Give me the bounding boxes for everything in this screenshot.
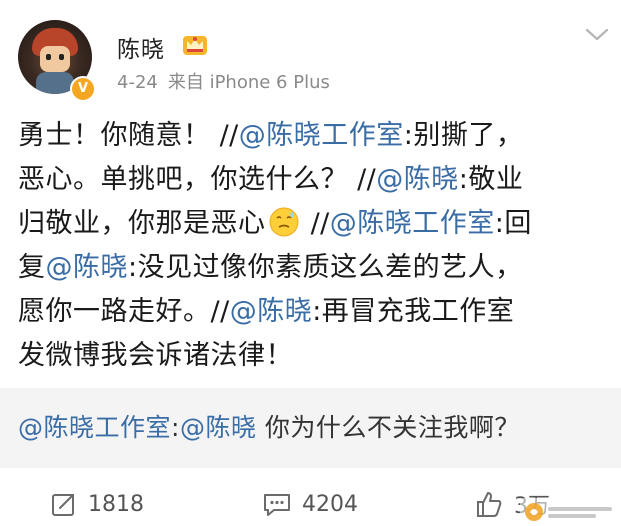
- mention-link[interactable]: @陈晓工作室: [330, 208, 495, 239]
- post-text: 发微博我会诉诸法律！: [18, 340, 293, 371]
- post-text: :没见过像你素质这么差的艺人，: [128, 252, 523, 283]
- mention-link[interactable]: @陈晓: [230, 296, 313, 327]
- comment-icon: [264, 494, 290, 516]
- mention-link[interactable]: @陈晓工作室: [18, 413, 171, 442]
- mention-link[interactable]: @陈晓: [46, 252, 129, 283]
- post-text: 勇士！你随意！ //: [18, 120, 239, 151]
- sweat-emoji-icon: [269, 207, 298, 237]
- user-name[interactable]: 陈晓: [117, 30, 165, 64]
- mention-link[interactable]: @陈晓: [376, 164, 459, 195]
- avatar-face: [40, 46, 70, 72]
- post-text: //: [301, 208, 330, 239]
- post-text: 归敬业，你那是恶心: [18, 208, 266, 239]
- avatar-eye: [59, 54, 64, 60]
- mention-link[interactable]: @陈晓: [180, 413, 257, 442]
- mention-link[interactable]: @陈晓工作室: [239, 120, 404, 151]
- post-source[interactable]: 来自 iPhone 6 Plus: [168, 72, 330, 93]
- post-text: 愿你一路走好。//: [18, 296, 230, 327]
- post-text: :再冒充我工作室: [312, 296, 515, 327]
- post-line: 愿你一路走好。//@陈晓:再冒充我工作室: [18, 290, 610, 334]
- repost-count: 1818: [88, 491, 144, 517]
- quote-separator: :: [171, 413, 180, 442]
- post-text: :敬业: [458, 164, 524, 195]
- post-text: :回: [494, 208, 532, 239]
- quoted-post[interactable]: @陈晓工作室:@陈晓 你为什么不关注我啊？: [0, 388, 621, 468]
- post-text: :别撕了，: [403, 120, 524, 151]
- post-line: 恶心。单挑吧，你选什么？ //@陈晓:敬业: [18, 158, 610, 202]
- post-text: 复: [18, 252, 46, 283]
- verified-badge-icon: V: [70, 76, 96, 102]
- like-count: 3万: [514, 494, 550, 519]
- quoted-post-text: @陈晓工作室:@陈晓 你为什么不关注我啊？: [18, 408, 520, 444]
- chevron-down-icon[interactable]: [584, 24, 610, 46]
- post-line: 勇士！你随意！ //@陈晓工作室:别撕了，: [18, 114, 610, 158]
- post-line: 归敬业，你那是恶心 //@陈晓工作室:回: [18, 202, 610, 246]
- post-header: V 陈晓 4-24 来自 iPhone 6 Plus: [0, 0, 621, 108]
- post-meta: 4-24 来自 iPhone 6 Plus: [117, 68, 330, 94]
- quote-text: 你为什么不关注我啊？: [256, 413, 520, 442]
- crown-icon: [183, 36, 207, 55]
- avatar-body: [36, 72, 74, 94]
- comment-button[interactable]: 4204: [262, 488, 358, 520]
- like-button[interactable]: 3万: [474, 488, 550, 520]
- post-body: 勇士！你随意！ //@陈晓工作室:别撕了， 恶心。单挑吧，你选什么？ //@陈晓…: [18, 114, 610, 378]
- post-date: 4-24: [117, 72, 158, 93]
- avatar-eye: [46, 54, 51, 60]
- comment-count: 4204: [302, 491, 358, 517]
- post-line: 发微博我会诉诸法律！: [18, 334, 610, 378]
- action-bar: 1818 4204 3万: [0, 478, 621, 526]
- repost-icon: [52, 494, 74, 516]
- post-line: 复@陈晓:没见过像你素质这么差的艺人，: [18, 246, 610, 290]
- repost-button[interactable]: 1818: [50, 488, 144, 520]
- post-text: 恶心。单挑吧，你选什么？ //: [18, 164, 377, 195]
- thumbs-up-icon: [477, 492, 502, 517]
